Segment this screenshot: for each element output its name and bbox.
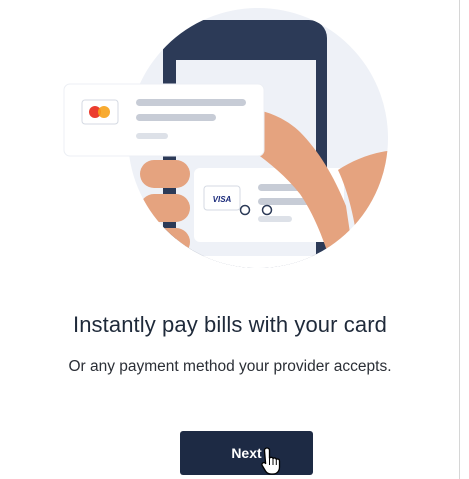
next-button-label: Next (231, 445, 262, 461)
next-button[interactable]: Next (180, 431, 313, 475)
finger (140, 194, 190, 222)
floating-mastercard-card (63, 83, 265, 157)
finger (140, 160, 190, 188)
hand-pointer-cursor-icon (261, 447, 281, 475)
payment-illustration: VISA ACH (63, 8, 388, 288)
page-subtitle: Or any payment method your provider acce… (68, 358, 392, 375)
ach-logo-icon: ACH (215, 281, 230, 288)
tap-indicator-icon (261, 204, 273, 216)
onboarding-panel: VISA ACH Instantly pay bills with your c… (0, 0, 460, 479)
tap-indicator-icon (239, 204, 251, 216)
page-title: Instantly pay bills with your card (73, 312, 387, 337)
visa-logo-icon: VISA (213, 195, 232, 204)
finger (140, 228, 190, 256)
ach-card-row (194, 256, 344, 268)
